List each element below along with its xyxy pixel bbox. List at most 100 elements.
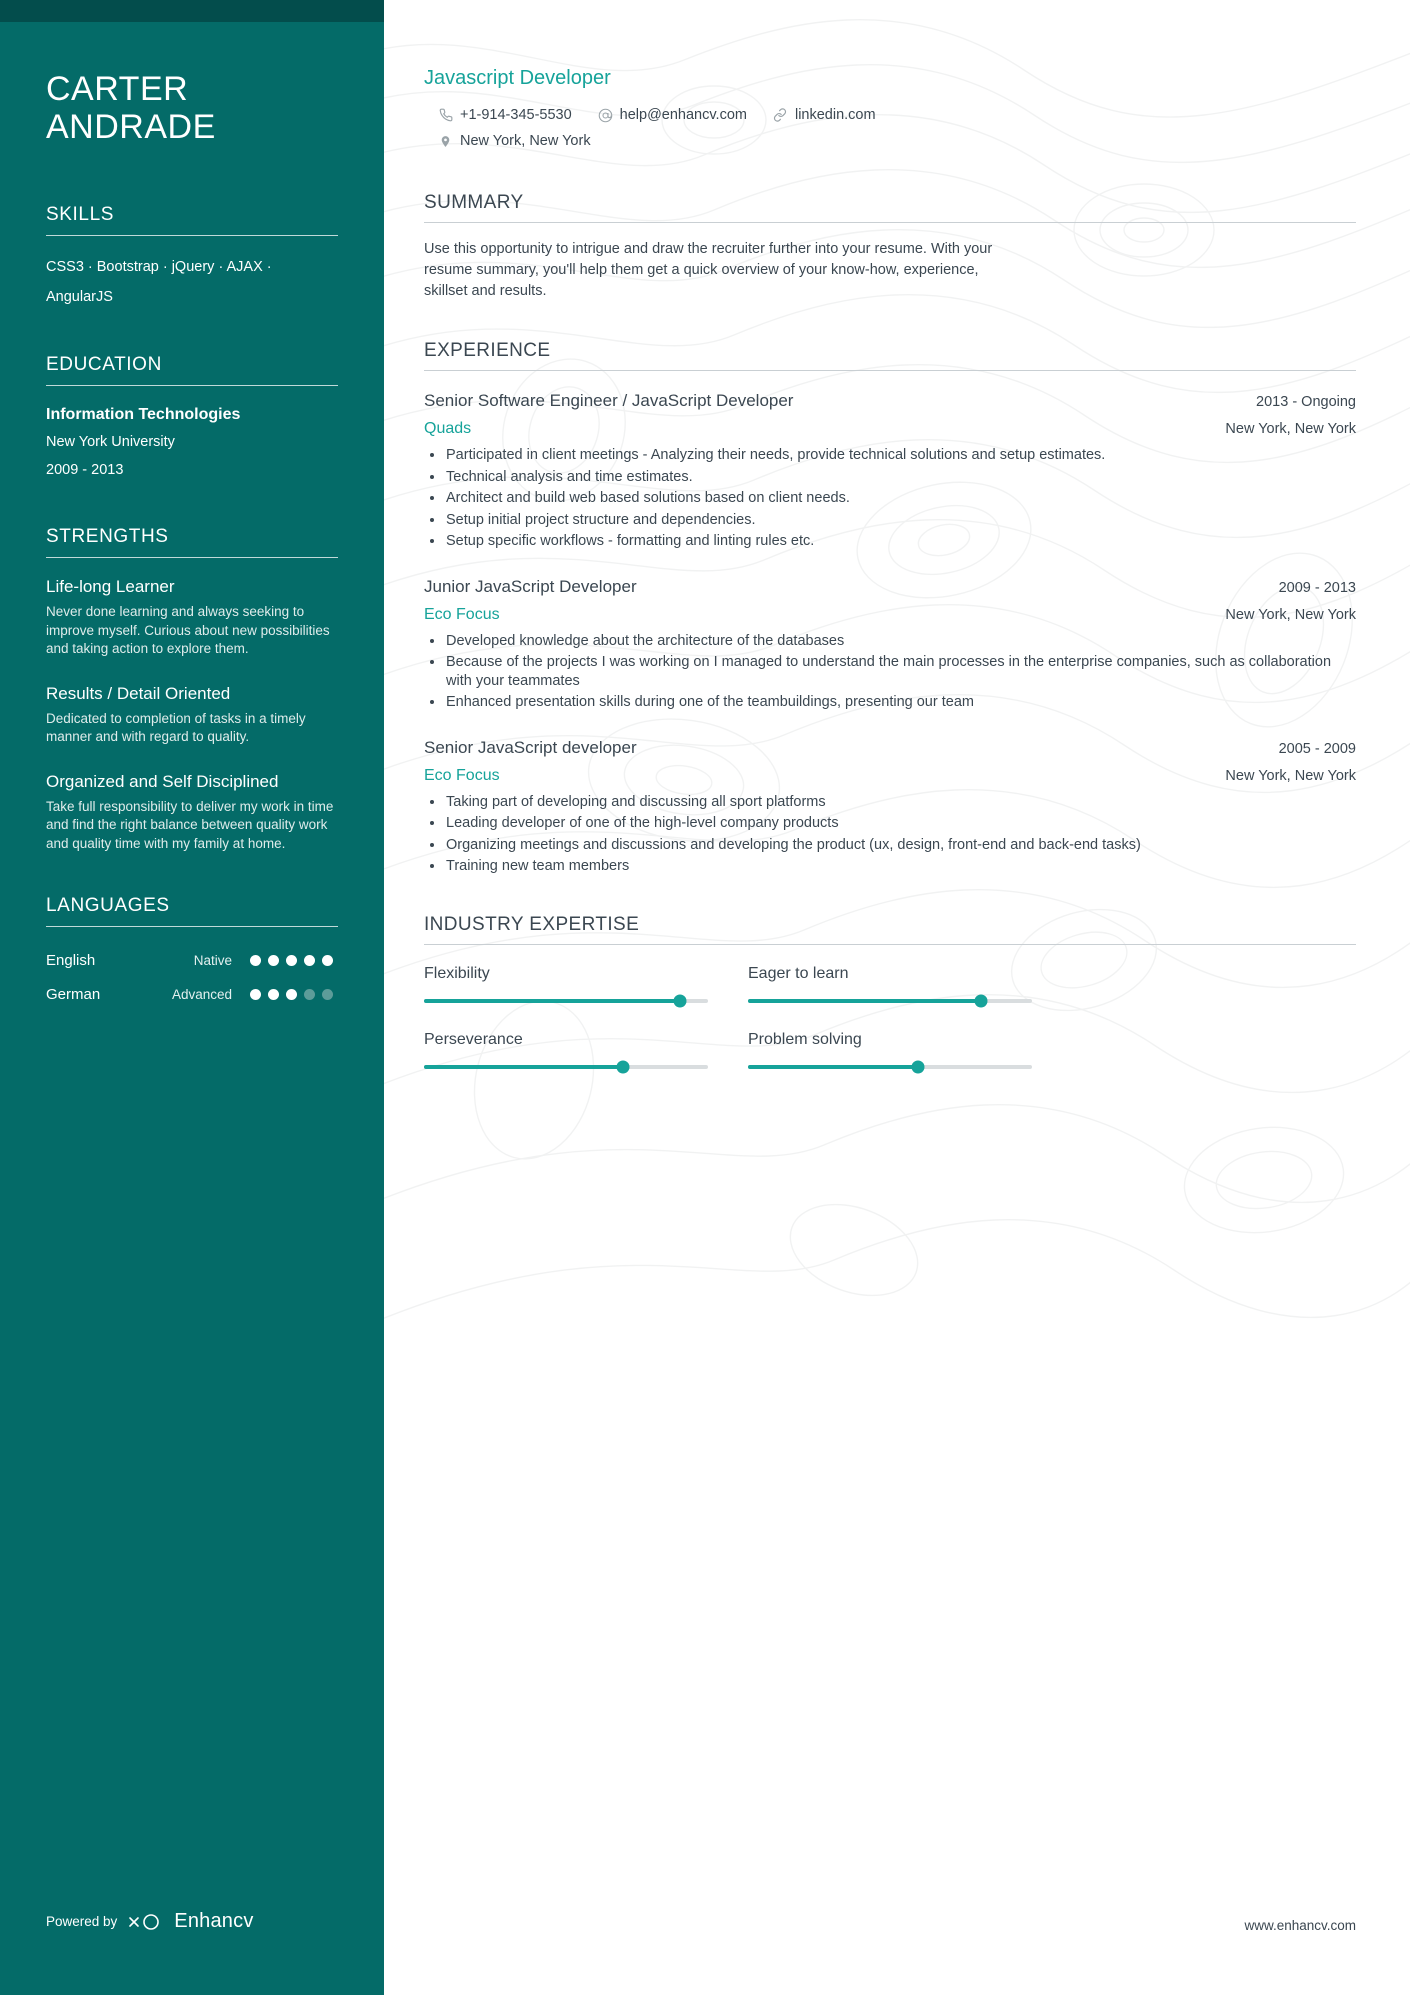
rating-dot-empty: [322, 988, 333, 1000]
language-level: Native: [193, 952, 232, 968]
summary-divider: [424, 222, 1356, 223]
contact-phone-text: +1-914-345-5530: [460, 107, 572, 123]
main-column: Javascript Developer +1-914-345-5530 hel…: [384, 0, 1410, 1995]
expertise-label: Flexibility: [424, 964, 490, 982]
expertise-label: Eager to learn: [748, 964, 849, 982]
expertise-slider-thumb[interactable]: [974, 994, 988, 1007]
phone-icon: [438, 108, 453, 123]
skills-section: SKILLS CSS3 · Bootstrap · jQuery · AJAX …: [46, 204, 338, 312]
rating-dot-filled: [268, 988, 279, 1000]
expertise-slider-fill: [748, 1064, 919, 1069]
job-bullets: Developed knowledge about the architectu…: [424, 632, 1356, 712]
expertise-slider-track[interactable]: [748, 1060, 1032, 1073]
summary-section: SUMMARY Use this opportunity to intrigue…: [424, 192, 1356, 302]
experience-title-row: Senior Software Engineer / JavaScript De…: [424, 387, 1356, 416]
strength-item: Results / Detail Oriented Dedicated to c…: [46, 681, 338, 747]
job-bullet: Because of the projects I was working on…: [424, 653, 1356, 690]
experience-entry: Senior Software Engineer / JavaScript De…: [424, 387, 1356, 551]
job-title: Junior JavaScript Developer: [424, 576, 637, 596]
industry-expertise-heading: INDUSTRY EXPERTISE: [424, 913, 640, 935]
expertise-label: Perseverance: [424, 1030, 523, 1048]
job-company: Quads: [424, 420, 472, 437]
contact-email-text: help@enhancv.com: [619, 107, 747, 123]
expertise-slider-thumb[interactable]: [911, 1060, 925, 1073]
powered-by-label: Powered by: [46, 1914, 118, 1929]
job-company: Eco Focus: [424, 766, 500, 784]
expertise-slider-thumb[interactable]: [673, 994, 687, 1007]
rating-dot-empty: [304, 988, 315, 1000]
education-section: EDUCATION Information Technologies New Y…: [46, 354, 338, 484]
strengths-heading: STRENGTHS: [46, 526, 169, 547]
contact-location-text: New York, New York: [460, 133, 591, 149]
expertise-grid: Flexibility Eager to learn Perseverance …: [424, 961, 1032, 1073]
expertise-slider-track[interactable]: [424, 994, 708, 1007]
experience-heading: EXPERIENCE: [424, 340, 551, 361]
rating-dot-filled: [250, 954, 261, 966]
language-rating-dots: [250, 988, 338, 1000]
expertise-slider-fill: [424, 1064, 623, 1069]
job-bullet: Organizing meetings and discussions and …: [424, 836, 1356, 855]
strength-item: Life-long Learner Never done learning an…: [46, 574, 338, 659]
contact-email: help@enhancv.com: [598, 102, 747, 128]
education-dates: 2009 - 2013: [46, 462, 124, 478]
experience-title-row: Senior JavaScript developer 2005 - 2009: [424, 734, 1356, 763]
job-bullet: Taking part of developing and discussing…: [424, 793, 1356, 812]
skills-list: CSS3 · Bootstrap · jQuery · AJAX · Angul…: [46, 259, 272, 305]
job-bullet: Participated in client meetings - Analyz…: [424, 446, 1356, 465]
strength-description: Never done learning and always seeking t…: [46, 604, 330, 656]
job-bullet: Training new team members: [424, 857, 1356, 876]
email-icon: [598, 108, 613, 123]
strengths-divider: [46, 557, 338, 558]
languages-heading: LANGUAGES: [46, 895, 170, 916]
strength-title: Results / Detail Oriented: [46, 683, 231, 703]
industry-expertise-divider: [424, 943, 1356, 945]
experience-company-row: Quads New York, New York: [424, 416, 1356, 442]
job-location: New York, New York: [1225, 421, 1356, 437]
job-location: New York, New York: [1225, 767, 1356, 784]
job-dates: 2013 - Ongoing: [1256, 394, 1356, 410]
expertise-slider-fill: [424, 998, 680, 1003]
expertise-item: Eager to learn: [748, 961, 1032, 1007]
job-title: Senior Software Engineer / JavaScript De…: [424, 391, 794, 410]
expertise-slider-thumb[interactable]: [616, 1060, 630, 1073]
candidate-name: CARTER ANDRADE: [46, 0, 338, 146]
education-divider: [46, 385, 338, 386]
contact-phone: +1-914-345-5530: [438, 102, 572, 128]
first-name: CARTER: [46, 70, 189, 108]
job-title: Senior JavaScript developer: [424, 737, 637, 757]
experience-entry: Senior JavaScript developer 2005 - 2009 …: [424, 734, 1356, 876]
experience-entry: Junior JavaScript Developer 2009 - 2013 …: [424, 573, 1356, 712]
expertise-label: Problem solving: [748, 1030, 862, 1048]
expertise-slider-track[interactable]: [748, 994, 1032, 1007]
role-title: Javascript Developer: [424, 67, 611, 89]
job-bullets: Participated in client meetings - Analyz…: [424, 446, 1356, 551]
language-level: Advanced: [171, 986, 232, 1002]
experience-section: EXPERIENCE Senior Software Engineer / Ja…: [424, 340, 1356, 876]
rating-dot-filled: [268, 954, 279, 966]
language-row: English Native: [46, 943, 338, 977]
experience-divider: [424, 370, 1356, 371]
job-bullet: Technical analysis and time estimates.: [424, 468, 1356, 487]
strengths-section: STRENGTHS Life-long Learner Never done l…: [46, 526, 338, 853]
job-bullet: Setup initial project structure and depe…: [424, 511, 1356, 530]
rating-dot-filled: [304, 954, 315, 966]
enhancv-logo: Enhancv: [127, 1910, 253, 1933]
strength-description: Take full responsibility to deliver my w…: [46, 798, 334, 851]
summary-text: Use this opportunity to intrigue and dra…: [424, 241, 993, 299]
contact-location: New York, New York: [438, 128, 1356, 154]
sidebar: CARTER ANDRADE SKILLS CSS3 · Bootstrap ·…: [0, 0, 384, 1995]
languages-section: LANGUAGES English Native German Advanced: [46, 895, 338, 1011]
job-bullet: Setup specific workflows - formatting an…: [424, 532, 1356, 551]
strength-title: Life-long Learner: [46, 577, 175, 596]
language-name: German: [46, 985, 101, 1003]
education-degree: Information Technologies: [46, 406, 241, 423]
job-dates: 2009 - 2013: [1278, 579, 1356, 596]
sidebar-footer: Powered by Enhancv: [46, 1910, 254, 1933]
skills-heading: SKILLS: [46, 204, 115, 225]
expertise-slider-track[interactable]: [424, 1060, 708, 1073]
education-school: New York University: [46, 434, 175, 450]
rating-dot-filled: [286, 988, 297, 1000]
job-dates: 2005 - 2009: [1278, 740, 1356, 757]
industry-expertise-section: INDUSTRY EXPERTISE Flexibility Eager to …: [424, 913, 1356, 1073]
job-company: Eco Focus: [424, 605, 500, 623]
